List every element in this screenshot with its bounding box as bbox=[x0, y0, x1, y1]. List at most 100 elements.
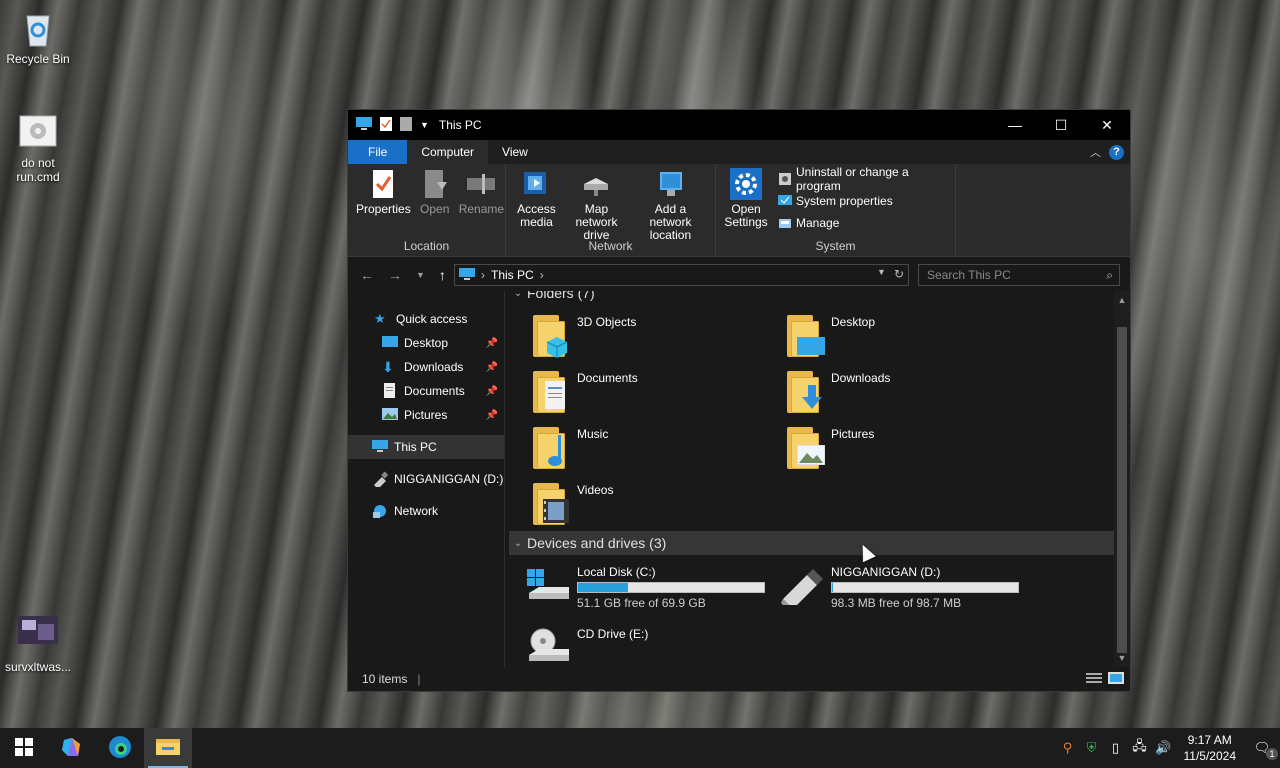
edge-browser-icon bbox=[108, 735, 132, 762]
system-properties-button[interactable]: System properties bbox=[778, 192, 951, 210]
desktop-icon-label: do not run.cmd bbox=[16, 156, 60, 184]
scrollbar-thumb[interactable] bbox=[1117, 327, 1127, 653]
refresh-icon[interactable]: ↻ bbox=[894, 267, 904, 281]
this-pc-icon bbox=[356, 116, 372, 134]
this-pc-icon bbox=[459, 267, 475, 283]
drive-c[interactable]: Local Disk (C:) 51.1 GB free of 69.9 GB bbox=[525, 565, 765, 610]
edge-button[interactable] bbox=[96, 728, 144, 768]
drive-e[interactable]: CD Drive (E:) bbox=[525, 627, 648, 667]
devices-group-header[interactable]: ⌄ Devices and drives (3) bbox=[509, 531, 1114, 555]
network-drive-icon bbox=[580, 168, 612, 200]
desktop-icon-label: survxltwas... bbox=[4, 660, 71, 674]
drive-e-label: CD Drive (E:) bbox=[577, 627, 649, 641]
search-icon[interactable]: ⌕ bbox=[1106, 265, 1113, 285]
forward-arrow-icon[interactable]: → bbox=[388, 267, 402, 283]
drive-d[interactable]: NIGGANIGGAN (D:) 98.3 MB free of 98.7 MB bbox=[779, 565, 1019, 610]
clock-time: 9:17 AM bbox=[1187, 733, 1232, 747]
network-icon bbox=[372, 503, 388, 519]
copilot-button[interactable] bbox=[48, 728, 96, 768]
nav-item-desktop[interactable]: Desktop 📌 bbox=[348, 331, 504, 355]
file-explorer-taskbar-button[interactable] bbox=[144, 728, 192, 768]
up-arrow-icon[interactable]: ↑ bbox=[439, 267, 446, 283]
nav-drive-d[interactable]: NIGGANIGGAN (D:) bbox=[348, 467, 504, 491]
nav-network[interactable]: Network bbox=[348, 499, 504, 523]
usb-drive-icon bbox=[779, 565, 827, 609]
drive-c-free-space: 51.1 GB free of 69.9 GB bbox=[577, 596, 706, 610]
quick-access-toolbar: ▼ bbox=[348, 116, 429, 134]
desktop-icon-image[interactable]: survxltwas... bbox=[0, 616, 76, 674]
group-label-system: System bbox=[815, 239, 856, 253]
minimize-button[interactable]: — bbox=[992, 110, 1038, 140]
collapse-chevron-icon[interactable]: ⌄ bbox=[509, 291, 527, 299]
folder-videos[interactable]: Videos bbox=[531, 483, 613, 527]
tab-file[interactable]: File bbox=[348, 140, 408, 164]
back-arrow-icon[interactable]: ← bbox=[360, 267, 374, 283]
status-bar: 10 items | bbox=[348, 667, 1130, 691]
pictures-folder-icon bbox=[785, 427, 827, 471]
close-button[interactable]: ✕ bbox=[1084, 110, 1130, 140]
breadcrumb-this-pc[interactable]: This PC bbox=[491, 268, 534, 282]
address-field[interactable]: › This PC › ▼ ↻ bbox=[454, 264, 909, 286]
security-shield-icon[interactable]: ⛨ bbox=[1080, 740, 1104, 756]
folders-group-header[interactable]: ⌄ Folders (7) bbox=[509, 291, 1114, 305]
clock[interactable]: 9:17 AM 11/5/2024 bbox=[1176, 732, 1245, 764]
nav-quick-access[interactable]: ★ Quick access bbox=[348, 307, 504, 331]
help-icon[interactable]: ? bbox=[1109, 144, 1124, 160]
navigation-pane: ★ Quick access Desktop 📌 ⬇ Downloads 📌 Doc… bbox=[348, 291, 505, 667]
folder-downloads[interactable]: Downloads bbox=[785, 371, 890, 415]
ribbon-group-system: Open Settings Uninstall or change a prog… bbox=[716, 164, 956, 256]
tab-computer[interactable]: Computer bbox=[407, 140, 489, 164]
nav-item-pictures[interactable]: Pictures 📌 bbox=[348, 403, 504, 427]
usb-drive-icon bbox=[372, 471, 389, 489]
folder-music[interactable]: Music bbox=[531, 427, 608, 471]
notification-center-icon[interactable]: 🗨 1 bbox=[1244, 740, 1280, 760]
customize-quick-access-icon[interactable]: ▼ bbox=[420, 120, 429, 130]
folder-pictures[interactable]: Pictures bbox=[785, 427, 874, 471]
nav-item-downloads[interactable]: ⬇ Downloads 📌 bbox=[348, 355, 504, 379]
manage-button[interactable]: Manage bbox=[778, 214, 951, 232]
nav-item-documents[interactable]: Documents 📌 bbox=[348, 379, 504, 403]
open-icon bbox=[419, 168, 451, 200]
search-input[interactable]: Search This PC ⌕ bbox=[918, 264, 1120, 286]
pin-icon: 📌 bbox=[485, 337, 498, 349]
download-arrow-icon: ⬇ bbox=[382, 359, 394, 375]
folder-documents[interactable]: Documents bbox=[531, 371, 638, 415]
clock-date: 11/5/2024 bbox=[1183, 749, 1237, 763]
access-media-icon bbox=[520, 168, 552, 200]
desktop-icon-label: Recycle Bin bbox=[6, 52, 70, 66]
downloads-folder-icon bbox=[785, 371, 827, 415]
picture-icon bbox=[382, 407, 398, 423]
breadcrumb-chevron-icon[interactable]: › bbox=[481, 268, 485, 282]
ribbon-tabs: File Computer View ︿ ? bbox=[348, 140, 1130, 164]
drive-d-usage-bar bbox=[831, 582, 1019, 593]
folder-desktop[interactable]: Desktop bbox=[785, 315, 875, 359]
uninstall-icon bbox=[778, 172, 792, 186]
properties-quick-icon[interactable] bbox=[380, 116, 392, 134]
recent-locations-icon[interactable]: ▼ bbox=[416, 270, 425, 280]
star-icon: ★ bbox=[374, 311, 386, 326]
folder-3d-objects[interactable]: 3D Objects bbox=[531, 315, 636, 359]
large-icons-view-icon[interactable] bbox=[1108, 672, 1124, 687]
3d-objects-folder-icon bbox=[531, 315, 573, 359]
desktop-icon-cmd[interactable]: do not run.cmd bbox=[0, 112, 76, 184]
scroll-down-icon[interactable]: ▼ bbox=[1114, 653, 1130, 663]
desktop-folder-icon bbox=[785, 315, 827, 359]
uninstall-program-button[interactable]: Uninstall or change a program bbox=[778, 165, 951, 193]
start-button[interactable] bbox=[0, 728, 48, 768]
address-dropdown-icon[interactable]: ▼ bbox=[877, 267, 886, 281]
search-magnifier-icon[interactable]: ⚲ bbox=[1056, 740, 1080, 756]
maximize-button[interactable]: ☐ bbox=[1038, 110, 1084, 140]
nav-this-pc[interactable]: This PC bbox=[348, 435, 504, 459]
network-status-icon[interactable]: 🖧 bbox=[1128, 737, 1152, 759]
tab-view[interactable]: View bbox=[488, 140, 542, 164]
new-folder-quick-icon[interactable] bbox=[400, 116, 412, 134]
scroll-up-icon[interactable]: ▲ bbox=[1114, 295, 1130, 305]
vertical-scrollbar[interactable]: ▲ ▼ bbox=[1114, 291, 1130, 667]
collapse-ribbon-icon[interactable]: ︿ bbox=[1090, 144, 1101, 160]
collapse-chevron-icon[interactable]: ⌄ bbox=[509, 538, 527, 549]
details-view-icon[interactable] bbox=[1086, 672, 1102, 687]
breadcrumb-chevron-icon[interactable]: › bbox=[540, 268, 544, 282]
usb-eject-icon[interactable]: ▯ bbox=[1104, 740, 1128, 756]
desktop-icon-recycle-bin[interactable]: Recycle Bin bbox=[0, 8, 76, 66]
volume-icon[interactable]: 🔊 bbox=[1152, 740, 1176, 756]
